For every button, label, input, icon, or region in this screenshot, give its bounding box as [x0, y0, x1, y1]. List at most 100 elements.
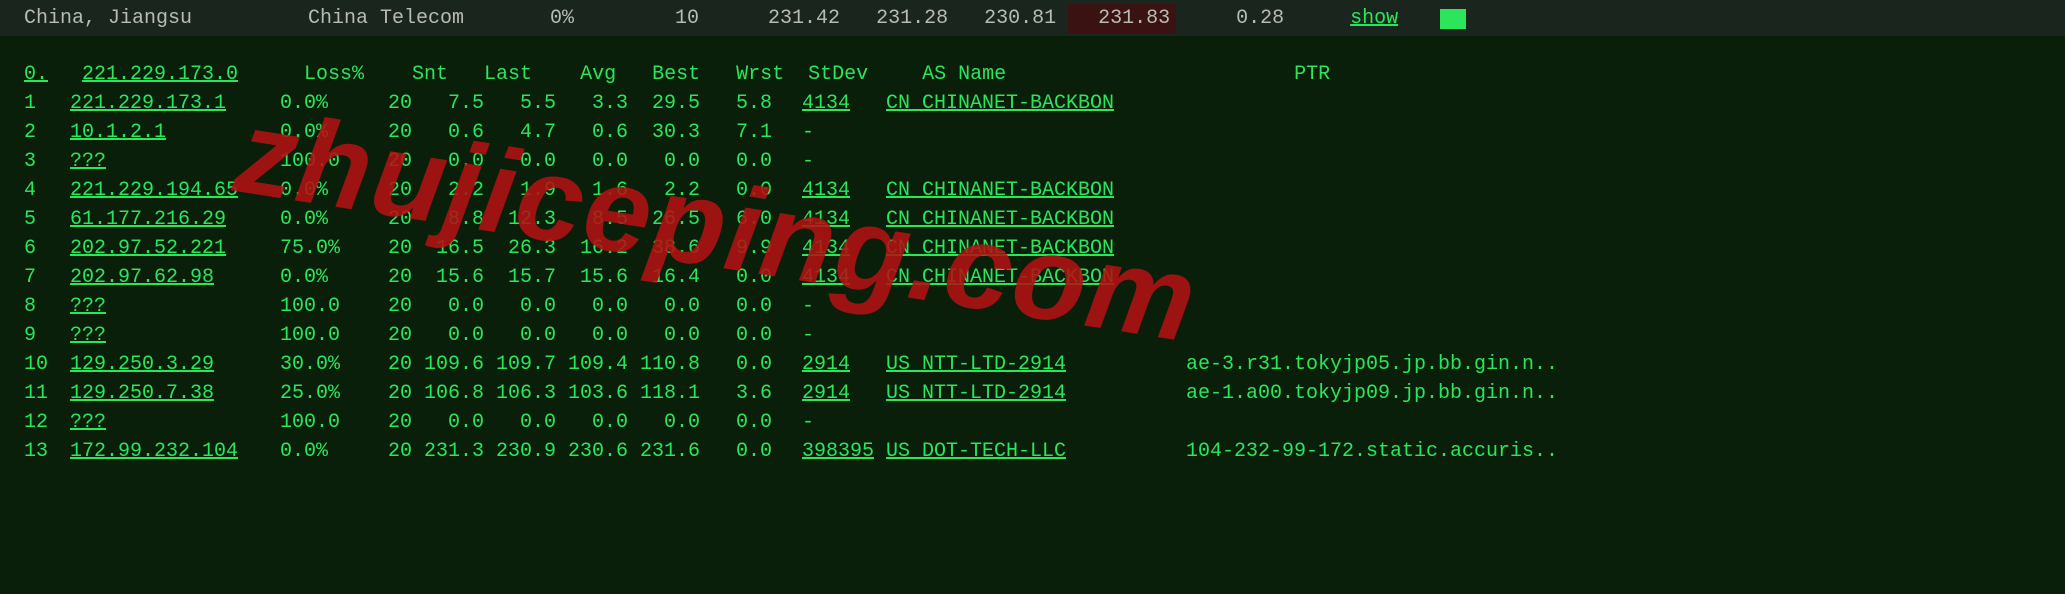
hop-row: 561.177.216.290.0%208.812.38.526.56.0413…: [24, 205, 2065, 234]
hop-asn[interactable]: 4134: [802, 234, 886, 263]
hop-host[interactable]: ???: [70, 147, 280, 176]
hop-last: 0.0: [412, 408, 484, 437]
hop-wrst: 0.0: [628, 408, 700, 437]
hop-snt: 20: [362, 147, 412, 176]
hop-last: 2.2: [412, 176, 484, 205]
hop-avg: 26.3: [484, 234, 556, 263]
signal-block-icon: [1440, 9, 1466, 29]
hop-best: 0.0: [556, 408, 628, 437]
hop-row: 8???100.0200.00.00.00.00.0-: [24, 292, 2065, 321]
hop-best: 8.5: [556, 205, 628, 234]
sent-value: 10: [642, 4, 732, 33]
hop-wrst: 118.1: [628, 379, 700, 408]
last-value: 231.42: [744, 4, 840, 33]
hop-last: 0.0: [412, 147, 484, 176]
hop-index: 6: [24, 234, 70, 263]
hop-loss: 100.0: [280, 321, 362, 350]
hop-host[interactable]: 129.250.3.29: [70, 350, 280, 379]
hop-host[interactable]: 61.177.216.29: [70, 205, 280, 234]
hop-asname[interactable]: CN CHINANET-BACKBON: [886, 205, 1166, 234]
stdev-header: StDev: [796, 60, 868, 89]
hop-avg: 1.9: [484, 176, 556, 205]
hop-snt: 20: [362, 350, 412, 379]
hop-wrst: 16.4: [628, 263, 700, 292]
hop-wrst: 0.0: [628, 292, 700, 321]
hop-asn: -: [802, 150, 814, 173]
hop-asn[interactable]: 4134: [802, 263, 886, 292]
hop-last: 106.8: [412, 379, 484, 408]
hop-ptr: ae-3.r31.tokyjp05.jp.bb.gin.n..: [1186, 350, 1558, 379]
hop-asname[interactable]: CN CHINANET-BACKBON: [886, 176, 1166, 205]
hop-snt: 20: [362, 176, 412, 205]
hop-stdev: 0.0: [700, 437, 772, 466]
hop-asname[interactable]: CN CHINANET-BACKBON: [886, 263, 1166, 292]
hop-asn: -: [802, 411, 814, 434]
hop-snt: 20: [362, 118, 412, 147]
hop-host[interactable]: 172.99.232.104: [70, 437, 280, 466]
hop-best: 0.0: [556, 321, 628, 350]
hop-best: 0.6: [556, 118, 628, 147]
hop-best: 103.6: [556, 379, 628, 408]
hop-snt: 20: [362, 408, 412, 437]
hop-loss: 30.0%: [280, 350, 362, 379]
hop-host[interactable]: ???: [70, 408, 280, 437]
hop-asn[interactable]: 2914: [802, 379, 886, 408]
hop-best: 15.6: [556, 263, 628, 292]
hop-host[interactable]: 10.1.2.1: [70, 118, 280, 147]
hop-row: 4221.229.194.650.0%202.21.91.62.20.04134…: [24, 176, 2065, 205]
hop-stdev: 3.6: [700, 379, 772, 408]
last-header: Last: [460, 60, 532, 89]
hop-avg: 12.3: [484, 205, 556, 234]
hop-last: 0.0: [412, 292, 484, 321]
hop-asname[interactable]: CN CHINANET-BACKBON: [886, 234, 1166, 263]
hop-asname[interactable]: US NTT-LTD-2914: [886, 350, 1166, 379]
hop-index: 1: [24, 89, 70, 118]
hop-loss: 100.0: [280, 292, 362, 321]
hop-index: 8: [24, 292, 70, 321]
best-value: 230.81: [960, 4, 1056, 33]
hop-index: 3: [24, 147, 70, 176]
hop-host[interactable]: ???: [70, 292, 280, 321]
hop-host[interactable]: 129.250.7.38: [70, 379, 280, 408]
show-link[interactable]: show: [1350, 4, 1398, 33]
hop-host[interactable]: ???: [70, 321, 280, 350]
hop-host[interactable]: 202.97.52.221: [70, 234, 280, 263]
hop-snt: 20: [362, 89, 412, 118]
hop-asn[interactable]: 4134: [802, 176, 886, 205]
location-value: China, Jiangsu: [24, 4, 296, 33]
asname-header: AS Name: [922, 60, 1282, 89]
hop-host[interactable]: 202.97.62.98: [70, 263, 280, 292]
hop-best: 3.3: [556, 89, 628, 118]
hop-last: 109.6: [412, 350, 484, 379]
snt-header: Snt: [398, 60, 448, 89]
hop-avg: 0.0: [484, 408, 556, 437]
hop-wrst: 26.5: [628, 205, 700, 234]
hop-snt: 20: [362, 234, 412, 263]
hop-best: 16.2: [556, 234, 628, 263]
hop-index: 12: [24, 408, 70, 437]
hop-last: 7.5: [412, 89, 484, 118]
hop-avg: 5.5: [484, 89, 556, 118]
hop-stdev: 5.8: [700, 89, 772, 118]
hop-stdev: 9.9: [700, 234, 772, 263]
hop-snt: 20: [362, 205, 412, 234]
hop-asname[interactable]: CN CHINANET-BACKBON: [886, 89, 1166, 118]
hop-loss: 0.0%: [280, 176, 362, 205]
hop-asn[interactable]: 2914: [802, 350, 886, 379]
hop-asname[interactable]: US NTT-LTD-2914: [886, 379, 1166, 408]
hop-wrst: 110.8: [628, 350, 700, 379]
hop-loss: 25.0%: [280, 379, 362, 408]
hop-asn[interactable]: 4134: [802, 205, 886, 234]
hop-wrst: 38.6: [628, 234, 700, 263]
hop-host[interactable]: 221.229.173.1: [70, 89, 280, 118]
hop-row: 10129.250.3.2930.0%20109.6109.7109.4110.…: [24, 350, 2065, 379]
hop-asn[interactable]: 398395: [802, 437, 886, 466]
hop-asname[interactable]: US DOT-TECH-LLC: [886, 437, 1166, 466]
hop-snt: 20: [362, 437, 412, 466]
hop-host[interactable]: 221.229.194.65: [70, 176, 280, 205]
hop-wrst: 0.0: [628, 147, 700, 176]
hop-asn[interactable]: 4134: [802, 89, 886, 118]
hop-best: 109.4: [556, 350, 628, 379]
hop-stdev: 0.0: [700, 263, 772, 292]
isp-value: China Telecom: [308, 4, 538, 33]
